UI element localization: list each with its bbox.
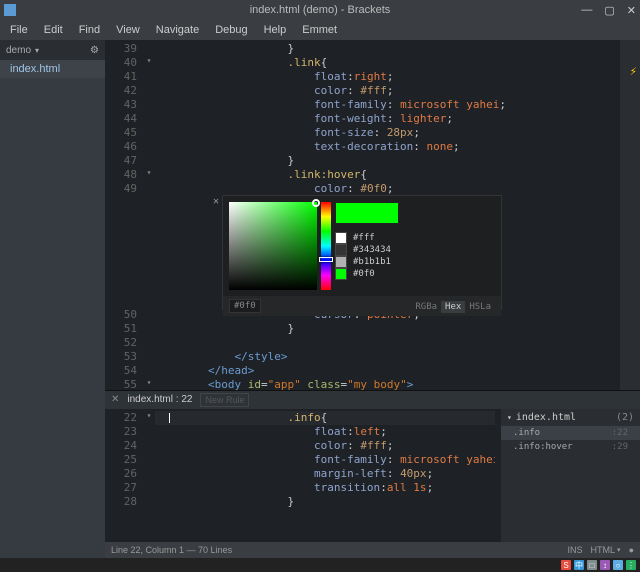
color-mode-hex[interactable]: Hex (441, 301, 465, 313)
menu-help[interactable]: Help (258, 22, 293, 38)
app-icon (4, 4, 16, 16)
status-indicator[interactable]: ● (629, 545, 634, 555)
menubar: FileEditFindViewNavigateDebug HelpEmmet (0, 20, 640, 40)
inline-tab[interactable]: index.html : 22 (127, 394, 192, 405)
swatch[interactable] (335, 244, 347, 256)
live-preview-icon[interactable]: ⚡ (630, 64, 637, 78)
sidebar: demo▾ ⚙ index.html (0, 40, 105, 558)
editor-inline[interactable]: 22232425262728 ▾ .info{ float:left; colo… (105, 409, 640, 542)
saturation-cursor[interactable] (312, 199, 320, 207)
close-icon[interactable]: ✕ (213, 196, 219, 207)
chevron-down-icon: ▾ (507, 413, 512, 422)
language-mode[interactable]: HTML▾ (591, 545, 621, 555)
tray-icon[interactable]: □ (587, 560, 597, 570)
rule-list-panel: ▾ index.html (2) .info:22.info:hover:29 (500, 409, 640, 542)
tray-icon[interactable]: 中 (574, 560, 584, 570)
menu-find[interactable]: Find (73, 22, 106, 38)
swatch[interactable] (335, 232, 347, 244)
hue-strip[interactable] (321, 202, 331, 290)
tray-icon[interactable]: ↕ (600, 560, 610, 570)
tray-icon[interactable]: ⋮ (626, 560, 636, 570)
maximize-button[interactable]: ▢ (604, 4, 614, 17)
window-title: index.html (demo) - Brackets (250, 4, 391, 16)
close-icon[interactable]: ✕ (111, 394, 119, 405)
rule-list-item[interactable]: .info:hover:29 (501, 440, 640, 454)
swatch-row[interactable]: #343434 (335, 244, 495, 256)
menu-view[interactable]: View (110, 22, 146, 38)
swatch-row[interactable]: #b1b1b1 (335, 256, 495, 268)
menu-file[interactable]: File (4, 22, 34, 38)
rule-list-item[interactable]: .info:22 (501, 426, 640, 440)
insert-mode[interactable]: INS (568, 545, 583, 555)
statusbar: Line 22, Column 1 — 70 Lines INS HTML▾ ● (105, 542, 640, 558)
file-item[interactable]: index.html (0, 60, 105, 78)
titlebar: index.html (demo) - Brackets — ▢ ✕ (0, 0, 640, 20)
gear-icon[interactable]: ⚙ (90, 45, 99, 56)
menu-edit[interactable]: Edit (38, 22, 69, 38)
system-tray: S中□↕○⋮ (0, 558, 640, 572)
close-button[interactable]: ✕ (627, 4, 636, 17)
menu-navigate[interactable]: Navigate (150, 22, 205, 38)
saturation-box[interactable] (229, 202, 317, 290)
project-dropdown[interactable]: demo▾ ⚙ (0, 40, 105, 60)
cursor-position[interactable]: Line 22, Column 1 — 70 Lines (111, 545, 232, 555)
swatch[interactable] (335, 268, 347, 280)
color-mode-hsla[interactable]: HSLa (465, 301, 495, 313)
right-gutter: ⚡ (620, 40, 640, 390)
tray-icon[interactable]: S (561, 560, 571, 570)
swatch-row[interactable]: #0f0 (335, 268, 495, 280)
new-color-swatch (335, 202, 399, 224)
editor-top[interactable]: 3940414243444546474849 50515253545556575… (105, 40, 640, 390)
color-picker[interactable]: ✕ #fff#343434#b1b1b1#0f0 #0f0 RGBaHexHSL… (222, 195, 502, 310)
swatch[interactable] (335, 256, 347, 268)
rule-file-header[interactable]: ▾ index.html (2) (501, 409, 640, 426)
color-mode-rgba[interactable]: RGBa (411, 301, 441, 313)
chevron-down-icon: ▾ (35, 46, 39, 55)
new-rule-button[interactable]: New Rule (200, 393, 249, 407)
menu-emmet[interactable]: Emmet (296, 22, 343, 38)
original-color[interactable]: #0f0 (229, 299, 261, 313)
hue-slider[interactable] (319, 257, 333, 262)
menu-debug[interactable]: Debug (209, 22, 253, 38)
inline-editor-tabbar: ✕ index.html : 22 New Rule (105, 391, 640, 409)
tray-icon[interactable]: ○ (613, 560, 623, 570)
minimize-button[interactable]: — (581, 4, 592, 17)
swatch-row[interactable]: #fff (335, 232, 495, 244)
